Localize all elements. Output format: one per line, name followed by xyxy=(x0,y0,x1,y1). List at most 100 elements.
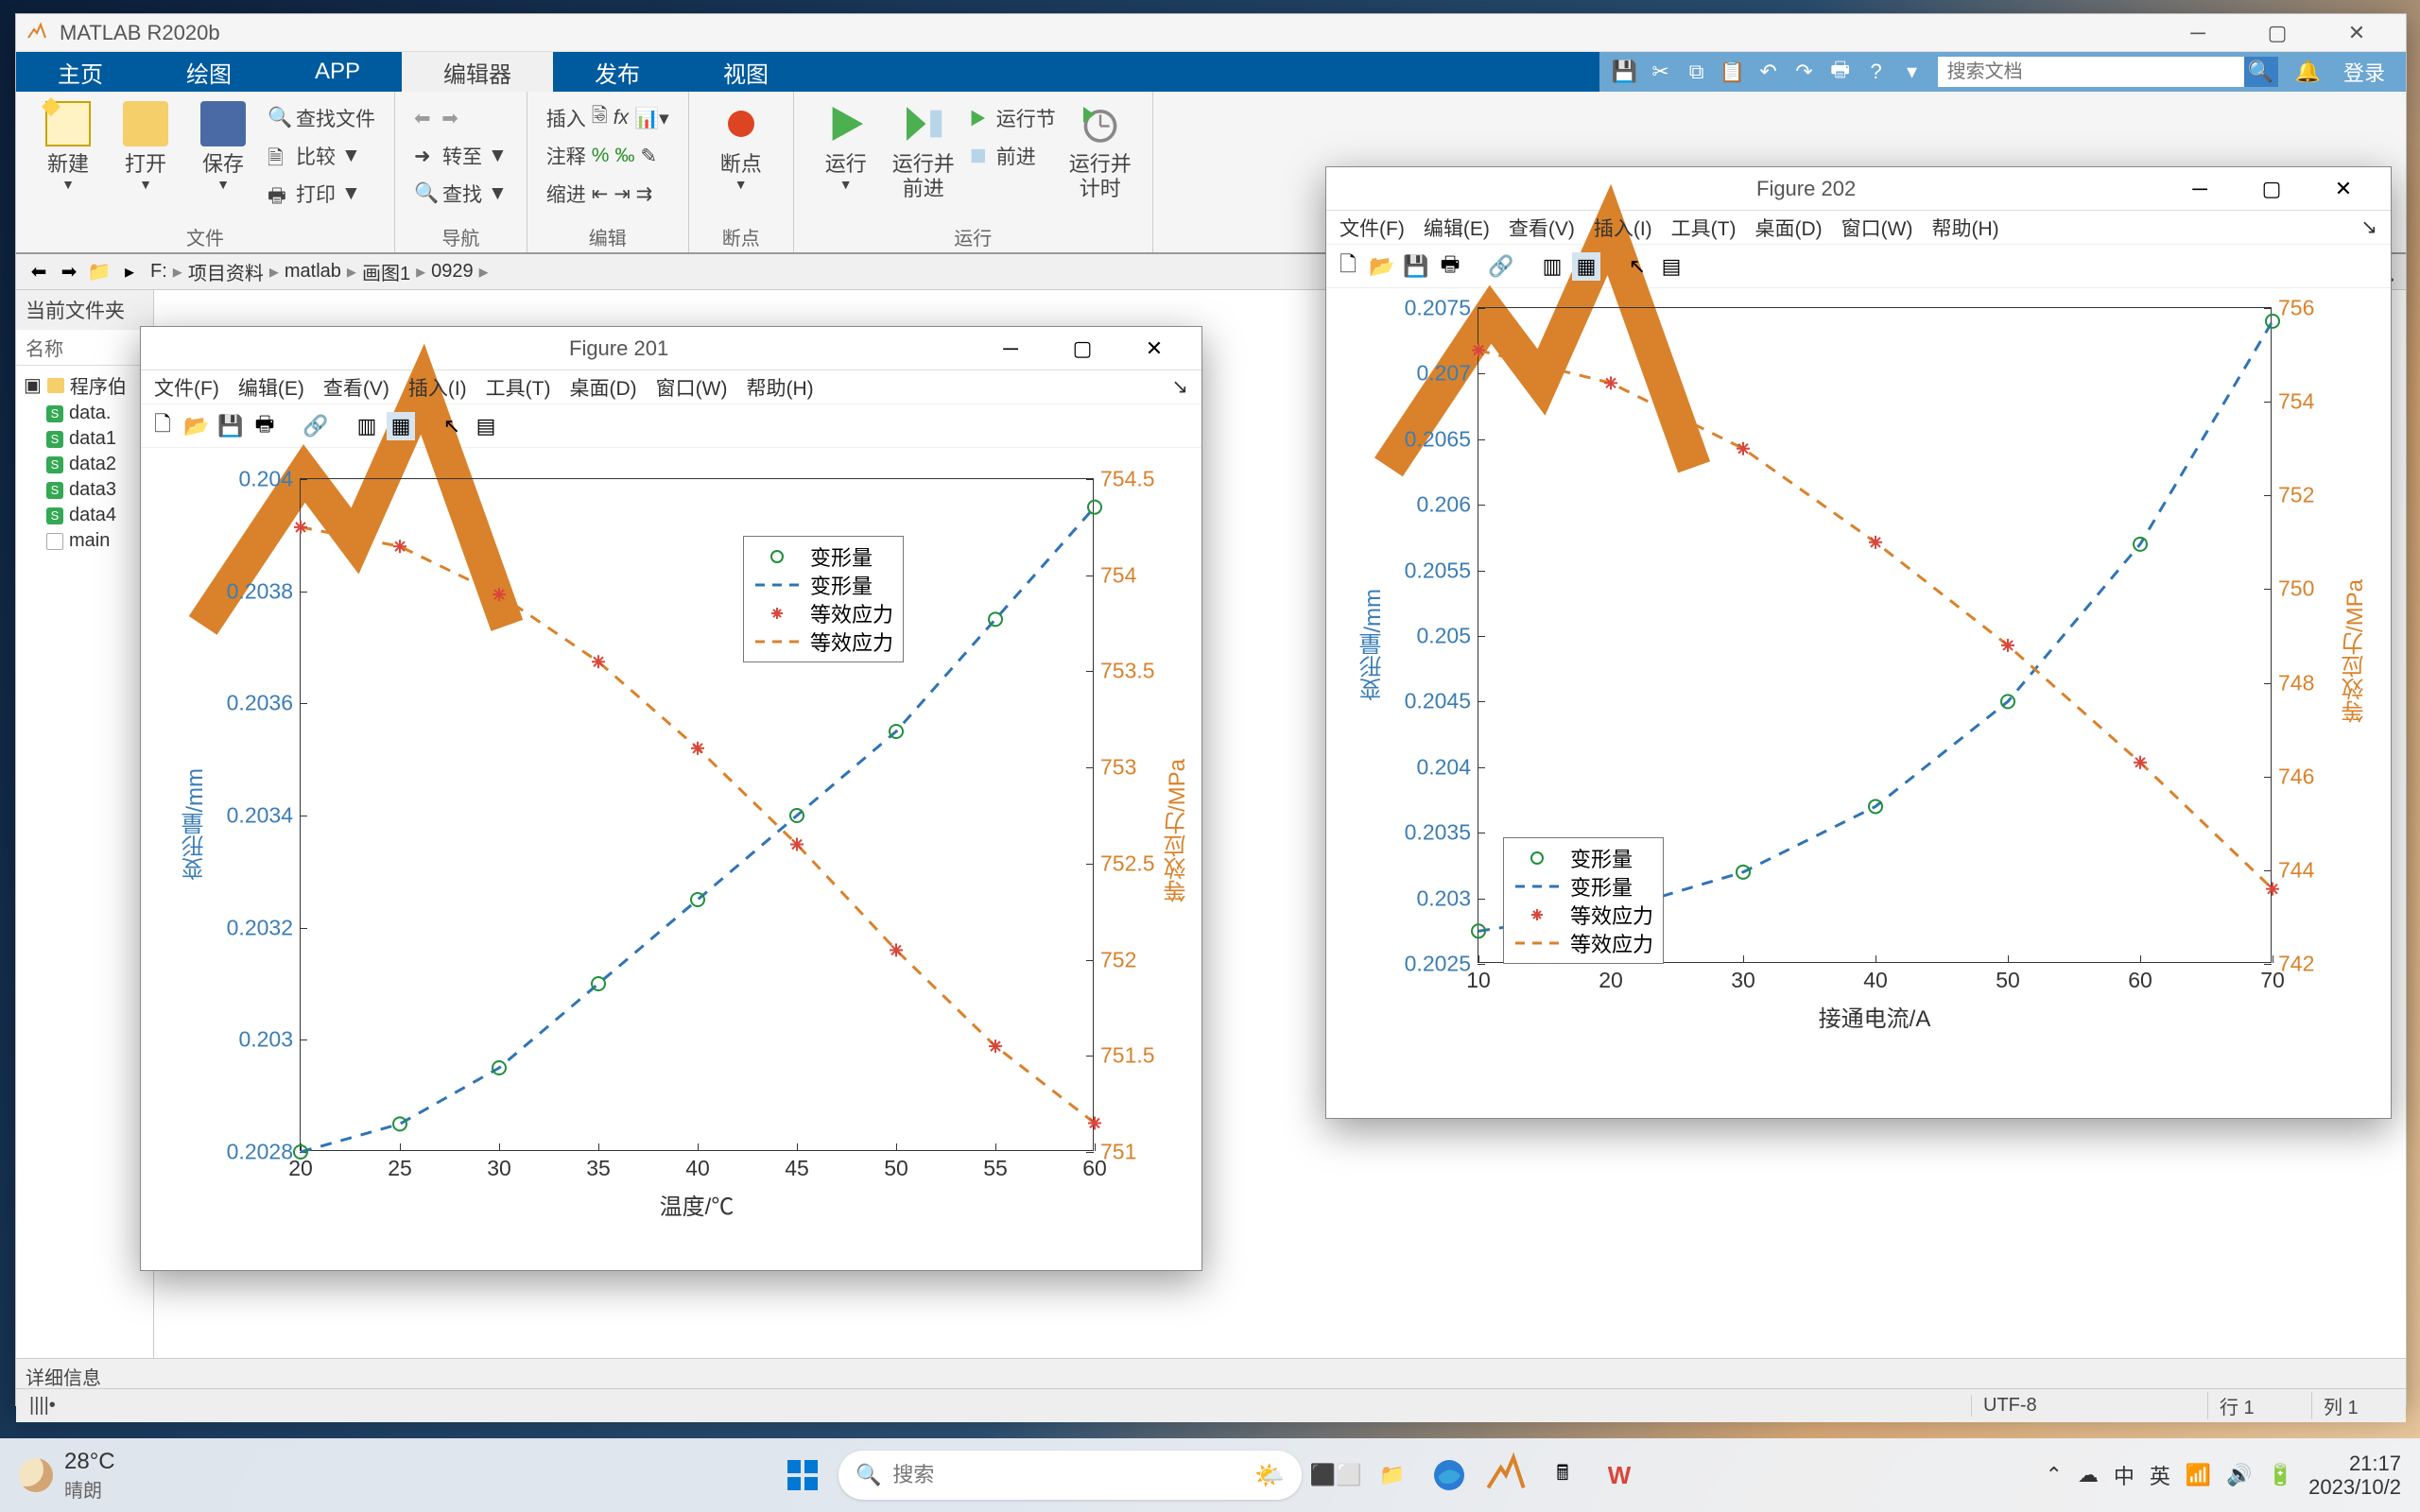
calc-icon[interactable]: 🖩 xyxy=(1540,1452,1585,1498)
menu-view[interactable]: 查看(V) xyxy=(1501,214,1582,242)
tab-home[interactable]: 主页 xyxy=(16,52,145,92)
run-advance-button[interactable]: 运行并前进 xyxy=(885,95,962,202)
login-link[interactable]: 登录 xyxy=(2343,57,2385,87)
run-time-button[interactable]: 运行并计时 xyxy=(1062,95,1139,202)
fwd-icon[interactable]: ➡ xyxy=(56,259,82,285)
close-button[interactable]: ✕ xyxy=(2317,14,2396,52)
crumb-drive[interactable]: F: xyxy=(145,261,173,283)
weather-widget[interactable]: 28°C晴朗 xyxy=(19,1449,115,1503)
insert-row[interactable]: 插入 🗟 fx 📊▾ xyxy=(541,99,675,137)
figure-menubar[interactable]: 文件(F) 编辑(E) 查看(V) 插入(I) 工具(T) 桌面(D) 窗口(W… xyxy=(141,370,1201,404)
taskbar-search[interactable]: 🔍 🌤️ xyxy=(838,1451,1302,1500)
search-docs[interactable]: 🔍 xyxy=(1938,57,2278,87)
menu-desktop[interactable]: 桌面(D) xyxy=(562,373,644,402)
wps-icon[interactable]: W xyxy=(1597,1452,1642,1498)
back-icon[interactable]: ⬅ xyxy=(26,259,52,285)
print-button[interactable]: 🖶打印 ▼ xyxy=(262,175,381,213)
onedrive-icon[interactable]: ☁ xyxy=(2078,1463,2099,1487)
crumb-1[interactable]: matlab xyxy=(279,261,347,283)
system-tray[interactable]: ⌃ ☁ 中 英 📶 🔊 🔋 21:17 2023/10/2 xyxy=(2045,1452,2401,1500)
print-fig-icon[interactable]: 🖶 xyxy=(1436,252,1464,281)
save-icon[interactable]: 💾 xyxy=(1607,55,1643,89)
matlab-app-icon[interactable] xyxy=(1483,1452,1529,1498)
menu-help[interactable]: 帮助(H) xyxy=(738,373,821,402)
file-node[interactable]: Sdata. xyxy=(16,401,153,426)
file-node[interactable]: main xyxy=(16,528,153,554)
undo-icon[interactable]: ↶ xyxy=(1751,55,1787,89)
findfiles-button[interactable]: 🔍查找文件 xyxy=(262,99,381,137)
menu-file[interactable]: 文件(F) xyxy=(1332,214,1412,242)
indent-row[interactable]: 缩进 ⇤ ⇥ ⇉ xyxy=(541,175,675,213)
ime-lang2[interactable]: 英 xyxy=(2150,1460,2170,1490)
paste-icon[interactable]: 📋 xyxy=(1715,55,1751,89)
crumb-0[interactable]: 项目资料 xyxy=(182,258,269,285)
menu-view[interactable]: 查看(V) xyxy=(316,373,397,402)
tab-plots[interactable]: 绘图 xyxy=(145,52,273,92)
tile-icon[interactable]: ▦ xyxy=(387,412,415,440)
minimize-button[interactable]: ─ xyxy=(2158,14,2238,52)
edge-icon[interactable] xyxy=(1426,1452,1472,1498)
dock-icon[interactable]: ▥ xyxy=(1538,252,1566,281)
fig-maximize[interactable]: ▢ xyxy=(1046,328,1118,369)
taskbar[interactable]: 28°C晴朗 🔍 🌤️ ⬛⬜ 📁 🖩 W ⌃ ☁ 中 英 📶 🔊 🔋 21:17… xyxy=(0,1438,2420,1512)
open-button[interactable]: 打开▼ xyxy=(107,95,184,193)
crumb-2[interactable]: 画图1 xyxy=(356,258,416,285)
resources-icon[interactable]: ▾ xyxy=(1894,55,1930,89)
tab-editor[interactable]: 编辑器 xyxy=(402,52,553,92)
search-icon[interactable]: 🔍 xyxy=(2244,57,2278,87)
browse-icon[interactable]: ▸ xyxy=(116,259,143,285)
chevron-up-icon[interactable]: ⌃ xyxy=(2045,1463,2062,1487)
folder-node[interactable]: ▣程序伯 xyxy=(16,369,153,401)
pointer-icon[interactable]: ↖ xyxy=(438,412,466,440)
fig-close[interactable]: ✕ xyxy=(1118,328,1190,369)
open-fig-icon[interactable]: 📂 xyxy=(182,412,211,440)
menu-edit[interactable]: 编辑(E) xyxy=(1416,214,1497,242)
compare-button[interactable]: 🗎比较 ▼ xyxy=(262,137,381,175)
menu-edit[interactable]: 编辑(E) xyxy=(231,373,312,402)
menu-window[interactable]: 窗口(W) xyxy=(648,373,735,402)
menu-insert[interactable]: 插入(I) xyxy=(1586,214,1660,242)
notification-icon[interactable]: 🔔 xyxy=(2295,60,2321,84)
taskbar-search-input[interactable] xyxy=(892,1463,1242,1487)
fig-close[interactable]: ✕ xyxy=(2308,168,2379,210)
save-button[interactable]: 保存▼ xyxy=(184,95,262,193)
run-button[interactable]: 运行▼ xyxy=(807,95,885,193)
open-fig-icon[interactable]: 📂 xyxy=(1368,252,1396,281)
print-icon[interactable]: 🖶 xyxy=(1823,55,1858,89)
crumb-3[interactable]: 0929 xyxy=(425,261,479,283)
start-button[interactable] xyxy=(778,1451,827,1500)
up-icon[interactable]: 📁 xyxy=(86,259,112,285)
wifi-icon[interactable]: 📶 xyxy=(2186,1463,2211,1487)
figure-202-window[interactable]: Figure 202 ─ ▢ ✕ 文件(F) 编辑(E) 查看(V) 插入(I)… xyxy=(1325,166,2392,1119)
find-button[interactable]: 🔍查找 ▼ xyxy=(408,175,513,213)
cut-icon[interactable]: ✂ xyxy=(1643,55,1679,89)
insertcolbar-icon[interactable]: ▤ xyxy=(472,412,500,440)
volume-icon[interactable]: 🔊 xyxy=(2226,1463,2252,1487)
link-icon[interactable]: 🔗 xyxy=(1487,252,1515,281)
dock-icon[interactable]: ▥ xyxy=(353,412,381,440)
copy-icon[interactable]: ⧉ xyxy=(1679,55,1715,89)
menu-tools[interactable]: 工具(T) xyxy=(478,373,559,402)
figure-201-window[interactable]: Figure 201 ─ ▢ ✕ 文件(F) 编辑(E) 查看(V) 插入(I)… xyxy=(140,326,1202,1271)
run-section-button[interactable]: 运行节 xyxy=(962,99,1062,137)
fig-minimize[interactable]: ─ xyxy=(975,328,1046,369)
tab-publish[interactable]: 发布 xyxy=(553,52,682,92)
details-panel[interactable]: 详细信息 xyxy=(16,1358,2406,1388)
new-fig-icon[interactable]: 🗋 xyxy=(148,412,177,440)
save-fig-icon[interactable]: 💾 xyxy=(1402,252,1430,281)
insertcolbar-icon[interactable]: ▤ xyxy=(1657,252,1685,281)
menu-window[interactable]: 窗口(W) xyxy=(1834,214,1921,242)
menu-help[interactable]: 帮助(H) xyxy=(1924,214,2006,242)
taskview-icon[interactable]: ⬛⬜ xyxy=(1313,1452,1358,1498)
file-node[interactable]: Sdata3 xyxy=(16,477,153,503)
tile-icon[interactable]: ▦ xyxy=(1572,252,1600,281)
tab-apps[interactable]: APP xyxy=(273,52,402,92)
explorer-icon[interactable]: 📁 xyxy=(1370,1452,1415,1498)
menu-desktop[interactable]: 桌面(D) xyxy=(1747,214,1829,242)
breakpoint-button[interactable]: 断点▼ xyxy=(702,95,780,193)
link-icon[interactable]: 🔗 xyxy=(302,412,330,440)
fig-maximize[interactable]: ▢ xyxy=(2236,168,2308,210)
search-input[interactable] xyxy=(1938,61,2244,83)
new-button[interactable]: 新建▼ xyxy=(29,95,107,193)
battery-icon[interactable]: 🔋 xyxy=(2268,1463,2293,1487)
